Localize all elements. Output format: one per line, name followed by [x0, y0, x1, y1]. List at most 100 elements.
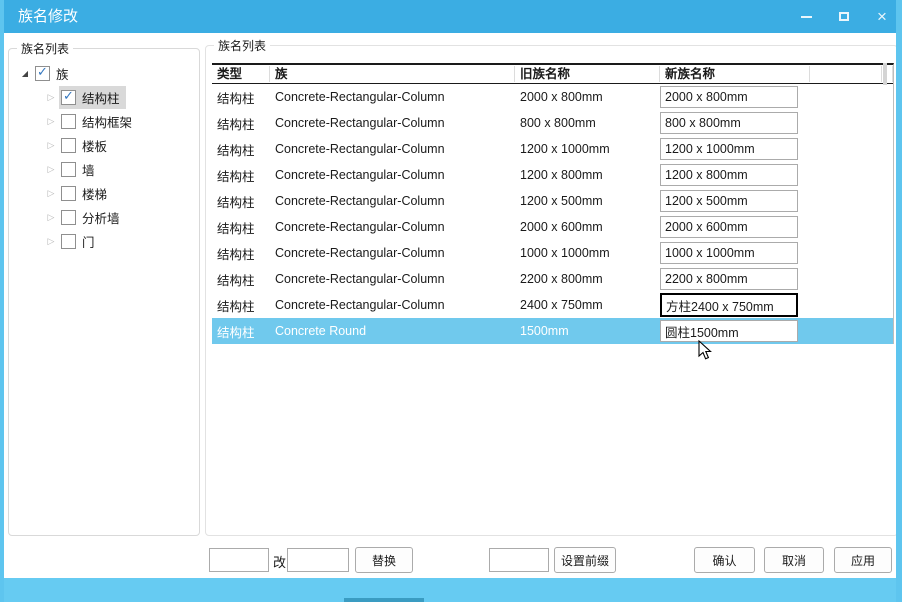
header-old-name[interactable]: 旧族名称 — [515, 66, 660, 82]
cell-family: Concrete-Rectangular-Column — [270, 272, 515, 286]
replace-to-input[interactable] — [287, 548, 349, 572]
scrollbar-thumb[interactable] — [883, 63, 887, 85]
table-row[interactable]: 结构柱 Concrete-Rectangular-Column 1200 x 5… — [212, 188, 893, 214]
dialog-window: 族名修改 × 族名列表 ◢ ✓ 族 ▷ ✓ 结构柱 ▷ ✓ 结构框架 ▷ ✓ 楼… — [0, 0, 902, 602]
cell-new-name — [660, 320, 810, 342]
tree-checkbox[interactable]: ✓ — [61, 138, 76, 153]
new-name-input[interactable] — [660, 86, 798, 108]
table-row[interactable]: 结构柱 Concrete-Rectangular-Column 1000 x 1… — [212, 240, 893, 266]
cell-old-name: 2400 x 750mm — [515, 298, 660, 312]
replace-from-input[interactable] — [209, 548, 269, 572]
tree-checkbox[interactable]: ✓ — [61, 114, 76, 129]
close-button[interactable]: × — [874, 9, 890, 25]
table-row[interactable]: 结构柱 Concrete Round 1500mm — [212, 318, 893, 344]
bottom-bar: 改 替换 设置前缀 确认 取消 应用 — [4, 540, 896, 578]
confirm-button[interactable]: 确认 — [694, 547, 755, 573]
cell-type: 结构柱 — [212, 322, 270, 341]
tree-item-label: 结构框架 — [82, 112, 132, 131]
new-name-input[interactable] — [660, 138, 798, 160]
tree-item-label: 门 — [82, 232, 95, 251]
cell-old-name: 800 x 800mm — [515, 116, 660, 130]
new-name-input[interactable] — [660, 164, 798, 186]
tree-checkbox[interactable]: ✓ — [61, 186, 76, 201]
cell-family: Concrete-Rectangular-Column — [270, 298, 515, 312]
cell-new-name — [660, 138, 810, 160]
tree-item[interactable]: ▷ ✓ 墙 — [17, 157, 195, 181]
new-name-input[interactable] — [660, 190, 798, 212]
table-row[interactable]: 结构柱 Concrete-Rectangular-Column 2000 x 6… — [212, 214, 893, 240]
expand-arrow-icon[interactable]: ▷ — [43, 116, 59, 127]
header-new-name[interactable]: 新族名称 — [660, 66, 810, 82]
table-row[interactable]: 结构柱 Concrete-Rectangular-Column 1200 x 8… — [212, 162, 893, 188]
cell-new-name — [660, 216, 810, 238]
header-spacer — [810, 66, 882, 82]
tree-checkbox[interactable]: ✓ — [61, 210, 76, 225]
new-name-input[interactable] — [660, 242, 798, 264]
tree-checkbox[interactable]: ✓ — [61, 162, 76, 177]
header-type[interactable]: 类型 — [212, 66, 270, 82]
new-name-input[interactable] — [660, 112, 798, 134]
minimize-button[interactable] — [798, 9, 814, 25]
table-row[interactable]: 结构柱 Concrete-Rectangular-Column 1200 x 1… — [212, 136, 893, 162]
tree-item-label: 族 — [56, 64, 69, 83]
expand-arrow-icon[interactable]: ▷ — [43, 236, 59, 247]
cell-old-name: 2000 x 800mm — [515, 90, 660, 104]
cell-family: Concrete-Rectangular-Column — [270, 116, 515, 130]
expand-arrow-icon[interactable]: ▷ — [43, 164, 59, 175]
family-table: 类型 族 旧族名称 新族名称 结构柱 Concrete-Rectangular-… — [212, 63, 894, 344]
cell-old-name: 2000 x 600mm — [515, 220, 660, 234]
new-name-input[interactable] — [660, 293, 798, 317]
table-row[interactable]: 结构柱 Concrete-Rectangular-Column 2200 x 8… — [212, 266, 893, 292]
expand-arrow-icon[interactable]: ◢ — [17, 69, 33, 78]
cell-type: 结构柱 — [212, 296, 270, 315]
tree-item[interactable]: ▷ ✓ 楼梯 — [17, 181, 195, 205]
family-tree-panel-label: 族名列表 — [17, 40, 73, 57]
cell-type: 结构柱 — [212, 114, 270, 133]
expand-arrow-icon[interactable]: ▷ — [43, 188, 59, 199]
cell-family: Concrete-Rectangular-Column — [270, 168, 515, 182]
tree-item-label: 分析墙 — [82, 208, 120, 227]
expand-arrow-icon[interactable]: ▷ — [43, 140, 59, 151]
family-tree-panel: 族名列表 ◢ ✓ 族 ▷ ✓ 结构柱 ▷ ✓ 结构框架 ▷ ✓ 楼板 ▷ ✓ 墙… — [8, 48, 200, 536]
new-name-input[interactable] — [660, 320, 798, 342]
tree-item[interactable]: ▷ ✓ 楼板 — [17, 133, 195, 157]
cell-new-name — [660, 242, 810, 264]
cell-new-name — [660, 293, 810, 317]
window-bottom-edge — [0, 598, 902, 602]
cancel-button[interactable]: 取消 — [764, 547, 824, 573]
apply-button[interactable]: 应用 — [834, 547, 892, 573]
tree-checkbox[interactable]: ✓ — [61, 234, 76, 249]
tree-item-label: 墙 — [82, 160, 95, 179]
tree-checkbox[interactable]: ✓ — [35, 66, 50, 81]
expand-arrow-icon[interactable]: ▷ — [43, 92, 59, 103]
set-prefix-button[interactable]: 设置前缀 — [554, 547, 616, 573]
minimize-icon — [801, 16, 812, 18]
tree-item[interactable]: ▷ ✓ 门 — [17, 229, 195, 253]
window-title: 族名修改 — [18, 0, 78, 33]
cell-family: Concrete-Rectangular-Column — [270, 246, 515, 260]
window-bottom-edge-shadow — [344, 598, 424, 602]
new-name-input[interactable] — [660, 268, 798, 290]
tree-item[interactable]: ▷ ✓ 分析墙 — [17, 205, 195, 229]
maximize-icon — [839, 12, 849, 21]
table-row[interactable]: 结构柱 Concrete-Rectangular-Column 800 x 80… — [212, 110, 893, 136]
tree-item[interactable]: ◢ ✓ 族 — [17, 61, 195, 85]
cell-type: 结构柱 — [212, 192, 270, 211]
prefix-input[interactable] — [489, 548, 549, 572]
family-list-panel: 族名列表 类型 族 旧族名称 新族名称 结构柱 Concrete-Rectang… — [205, 45, 898, 536]
maximize-button[interactable] — [836, 9, 852, 25]
expand-arrow-icon[interactable]: ▷ — [43, 212, 59, 223]
cell-new-name — [660, 86, 810, 108]
cell-new-name — [660, 112, 810, 134]
table-body: 结构柱 Concrete-Rectangular-Column 2000 x 8… — [212, 84, 893, 344]
tree-item[interactable]: ▷ ✓ 结构柱 — [17, 85, 195, 109]
new-name-input[interactable] — [660, 216, 798, 238]
table-row[interactable]: 结构柱 Concrete-Rectangular-Column 2400 x 7… — [212, 292, 893, 318]
tree-item-label: 楼梯 — [82, 184, 107, 203]
cell-new-name — [660, 164, 810, 186]
header-family[interactable]: 族 — [270, 66, 515, 82]
replace-button[interactable]: 替换 — [355, 547, 413, 573]
table-row[interactable]: 结构柱 Concrete-Rectangular-Column 2000 x 8… — [212, 84, 893, 110]
tree-item[interactable]: ▷ ✓ 结构框架 — [17, 109, 195, 133]
tree-checkbox[interactable]: ✓ — [61, 90, 76, 105]
